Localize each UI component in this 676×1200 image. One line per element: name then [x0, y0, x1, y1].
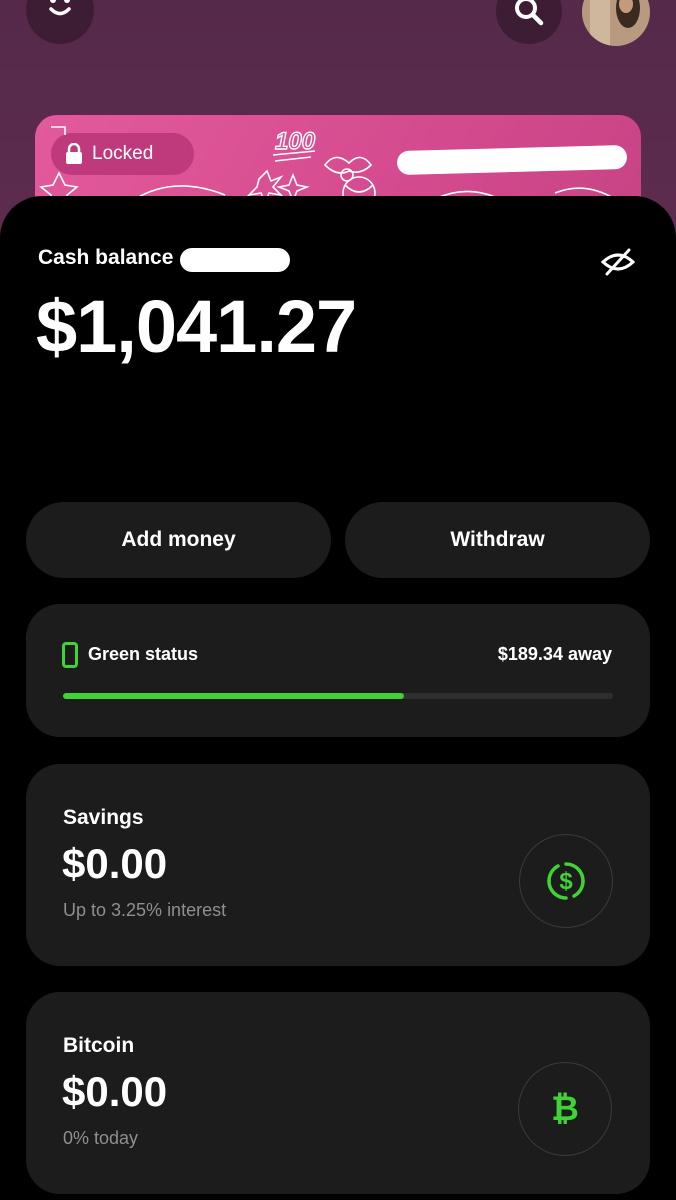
green-status-panel[interactable]: Green status $189.34 away — [26, 604, 650, 737]
bitcoin-subtitle: 0% today — [63, 1128, 139, 1148]
bitcoin-icon-button[interactable]: ₿ — [518, 1062, 612, 1156]
eye-off-icon[interactable] — [600, 244, 636, 280]
svg-text:$: $ — [559, 868, 573, 895]
add-money-button[interactable]: Add money — [26, 502, 331, 578]
withdraw-button[interactable]: Withdraw — [345, 502, 650, 578]
status-away-amount: $189.34 away — [497, 644, 612, 664]
smile-icon — [49, 0, 71, 16]
savings-icon-button[interactable]: $ — [519, 834, 613, 928]
savings-amount: $0.00 — [62, 840, 168, 887]
status-progress-fill — [63, 693, 404, 699]
withdraw-label: Withdraw — [450, 528, 545, 551]
search-icon — [515, 0, 544, 26]
add-money-label: Add money — [121, 528, 236, 551]
bitcoin-title: Bitcoin — [63, 1034, 135, 1057]
cash-balance-amount: $1,041.27 — [36, 285, 357, 368]
bitcoin-panel[interactable]: Bitcoin $0.00 0% today ₿ — [26, 992, 650, 1194]
cash-balance-label: Cash balance — [38, 246, 174, 269]
dollar-cycle-icon: $ — [547, 862, 585, 900]
savings-title: Savings — [63, 806, 144, 829]
status-phone-icon — [62, 642, 78, 668]
bitcoin-icon: ₿ — [551, 1089, 579, 1129]
redacted-cashtag — [180, 248, 290, 272]
savings-subtitle: Up to 3.25% interest — [63, 900, 227, 920]
green-status-label: Green status — [88, 644, 199, 664]
savings-panel[interactable]: Savings $0.00 Up to 3.25% interest $ — [26, 764, 650, 966]
bitcoin-amount: $0.00 — [62, 1068, 168, 1115]
status-progress-track — [63, 693, 613, 699]
